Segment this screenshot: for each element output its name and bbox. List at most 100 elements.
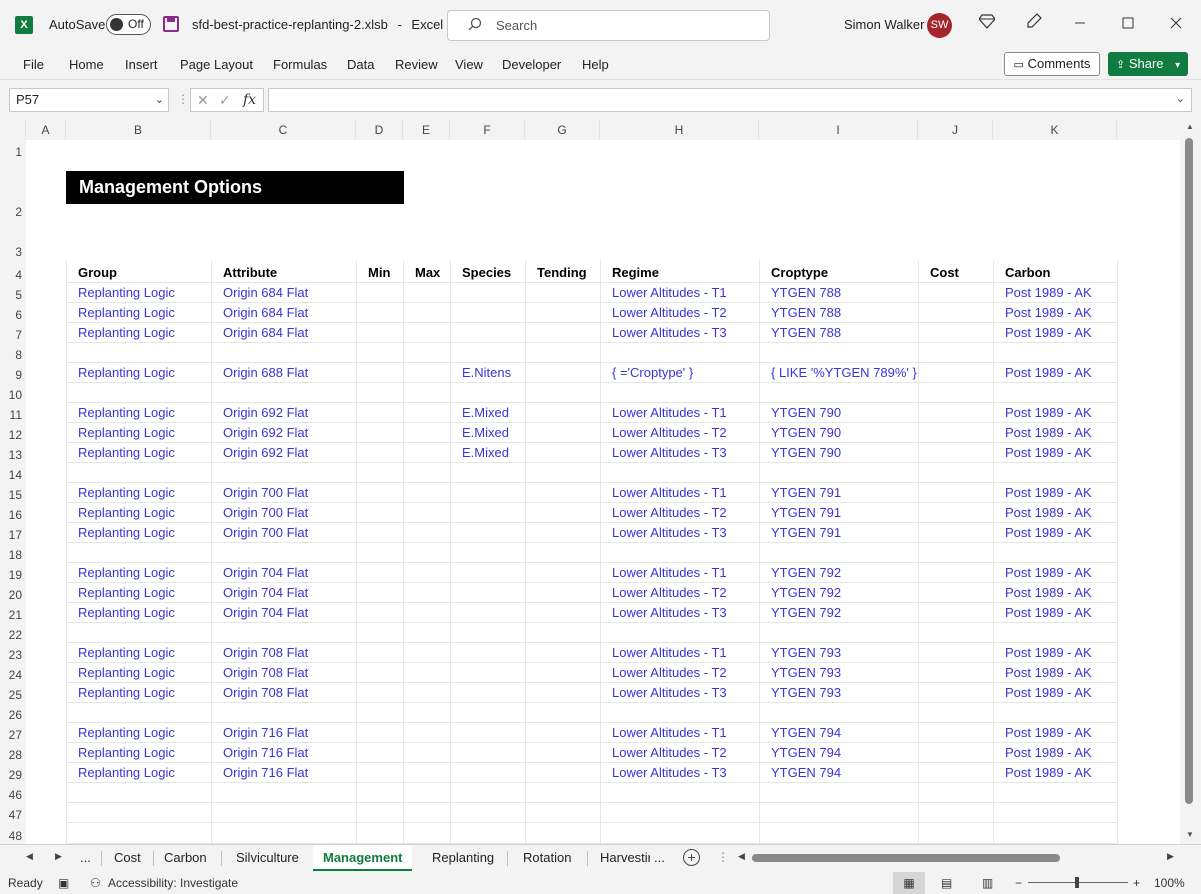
table-cell[interactable]: Lower Altitudes - T2 xyxy=(600,585,759,600)
table-cell[interactable]: Replanting Logic xyxy=(66,645,211,660)
table-cell[interactable]: Post 1989 - AK xyxy=(993,425,1117,440)
row-header[interactable]: 2 xyxy=(0,160,26,220)
table-cell[interactable]: Lower Altitudes - T3 xyxy=(600,525,759,540)
table-cell[interactable]: Lower Altitudes - T1 xyxy=(600,405,759,420)
column-header[interactable]: D xyxy=(356,120,403,140)
table-cell[interactable]: Replanting Logic xyxy=(66,485,211,500)
table-cell[interactable]: Lower Altitudes - T1 xyxy=(600,485,759,500)
menu-data[interactable]: Data xyxy=(347,57,374,72)
menu-developer[interactable]: Developer xyxy=(502,57,561,72)
tab-management[interactable]: Management xyxy=(313,845,413,871)
table-cell[interactable]: Post 1989 - AK xyxy=(993,665,1117,680)
table-cell[interactable]: Origin 692 Flat xyxy=(211,405,356,420)
row-header[interactable]: 13 xyxy=(0,443,26,463)
table-cell[interactable]: Lower Altitudes - T1 xyxy=(600,645,759,660)
table-cell[interactable]: YTGEN 788 xyxy=(759,305,918,320)
fx-icon[interactable]: fx xyxy=(243,89,256,111)
tab-prev-icon[interactable]: ◀ xyxy=(26,851,33,862)
share-button[interactable]: ⇪ Share ▾ xyxy=(1108,52,1188,76)
tab-rotation[interactable]: Rotation xyxy=(513,845,581,871)
row-header[interactable]: 18 xyxy=(0,543,26,563)
sheet-grid[interactable]: Management Options Group Attribute Min Max S… xyxy=(26,140,1180,844)
table-cell[interactable]: Post 1989 - AK xyxy=(993,525,1117,540)
row-header[interactable]: 26 xyxy=(0,703,26,723)
table-cell[interactable]: { ='Croptype' } xyxy=(600,365,759,380)
column-header[interactable]: J xyxy=(918,120,993,140)
column-heading[interactable]: Max xyxy=(403,265,450,280)
row-header[interactable]: 19 xyxy=(0,563,26,583)
table-cell[interactable]: YTGEN 788 xyxy=(759,285,918,300)
save-icon[interactable] xyxy=(163,16,179,32)
row-header[interactable]: 22 xyxy=(0,623,26,643)
tab-harvesting[interactable]: Harvestir xyxy=(590,845,650,871)
table-cell[interactable]: Replanting Logic xyxy=(66,665,211,680)
row-header[interactable]: 47 xyxy=(0,803,26,823)
table-cell[interactable]: Post 1989 - AK xyxy=(993,505,1117,520)
column-heading[interactable]: Cost xyxy=(918,265,993,280)
more-icon[interactable]: ⋮ xyxy=(717,850,729,864)
table-cell[interactable]: Post 1989 - AK xyxy=(993,305,1117,320)
add-sheet-icon[interactable]: + xyxy=(683,849,700,866)
table-cell[interactable]: Lower Altitudes - T3 xyxy=(600,765,759,780)
table-cell[interactable]: Origin 704 Flat xyxy=(211,585,356,600)
more-icon[interactable]: ⋮ xyxy=(177,92,189,106)
table-cell[interactable]: Post 1989 - AK xyxy=(993,405,1117,420)
table-cell[interactable]: YTGEN 793 xyxy=(759,685,918,700)
menu-formulas[interactable]: Formulas xyxy=(273,57,327,72)
maximize-icon[interactable] xyxy=(1116,13,1140,37)
tab-next-icon[interactable]: ▶ xyxy=(55,851,62,862)
table-cell[interactable]: Replanting Logic xyxy=(66,605,211,620)
column-heading[interactable]: Carbon xyxy=(993,265,1117,280)
row-header[interactable]: 28 xyxy=(0,743,26,763)
tab-carbon[interactable]: Carbon xyxy=(154,845,217,871)
table-cell[interactable]: Replanting Logic xyxy=(66,505,211,520)
table-cell[interactable]: Post 1989 - AK xyxy=(993,285,1117,300)
table-cell[interactable]: { LIKE '%YTGEN 789%' } xyxy=(759,365,918,380)
table-cell[interactable]: Replanting Logic xyxy=(66,525,211,540)
row-header[interactable]: 48 xyxy=(0,823,26,844)
table-cell[interactable]: Origin 684 Flat xyxy=(211,305,356,320)
select-all-corner[interactable] xyxy=(0,120,26,140)
table-cell[interactable]: Origin 692 Flat xyxy=(211,425,356,440)
table-cell[interactable]: Post 1989 - AK xyxy=(993,605,1117,620)
table-cell[interactable]: Replanting Logic xyxy=(66,765,211,780)
scroll-thumb[interactable] xyxy=(1185,138,1193,804)
name-box[interactable]: P57 ⌄ xyxy=(9,88,169,112)
column-heading[interactable]: Attribute xyxy=(211,265,356,280)
table-cell[interactable]: Origin 708 Flat xyxy=(211,645,356,660)
table-cell[interactable]: E.Mixed xyxy=(450,405,525,420)
table-cell[interactable]: YTGEN 794 xyxy=(759,745,918,760)
column-header[interactable]: A xyxy=(26,120,66,140)
table-cell[interactable]: Replanting Logic xyxy=(66,725,211,740)
table-cell[interactable]: YTGEN 792 xyxy=(759,565,918,580)
row-header[interactable]: 10 xyxy=(0,383,26,403)
chevron-down-icon[interactable]: ⌄ xyxy=(155,89,164,111)
table-cell[interactable]: Lower Altitudes - T2 xyxy=(600,305,759,320)
table-cell[interactable]: Replanting Logic xyxy=(66,585,211,600)
table-cell[interactable]: Lower Altitudes - T1 xyxy=(600,725,759,740)
menu-view[interactable]: View xyxy=(455,57,483,72)
table-cell[interactable]: YTGEN 794 xyxy=(759,725,918,740)
table-cell[interactable]: Lower Altitudes - T2 xyxy=(600,665,759,680)
row-header[interactable]: 6 xyxy=(0,303,26,323)
table-cell[interactable]: Post 1989 - AK xyxy=(993,565,1117,580)
table-cell[interactable]: YTGEN 792 xyxy=(759,585,918,600)
row-header[interactable]: 27 xyxy=(0,723,26,743)
row-header[interactable]: 20 xyxy=(0,583,26,603)
table-cell[interactable]: YTGEN 794 xyxy=(759,765,918,780)
menu-review[interactable]: Review xyxy=(395,57,438,72)
tab-silviculture[interactable]: Silviculture xyxy=(226,845,309,871)
row-header[interactable]: 25 xyxy=(0,683,26,703)
table-cell[interactable]: Post 1989 - AK xyxy=(993,725,1117,740)
page-break-view-icon[interactable]: ▥ xyxy=(982,876,993,890)
column-header[interactable]: K xyxy=(993,120,1117,140)
search-box[interactable]: Search xyxy=(447,10,770,41)
check-icon[interactable]: ✓ xyxy=(219,89,231,111)
horizontal-scroll-thumb[interactable] xyxy=(752,854,1060,862)
column-heading[interactable]: Regime xyxy=(600,265,759,280)
table-cell[interactable]: Replanting Logic xyxy=(66,685,211,700)
row-header[interactable]: 3 xyxy=(0,220,26,260)
table-cell[interactable]: YTGEN 791 xyxy=(759,505,918,520)
table-cell[interactable]: Replanting Logic xyxy=(66,565,211,580)
table-cell[interactable]: YTGEN 792 xyxy=(759,605,918,620)
